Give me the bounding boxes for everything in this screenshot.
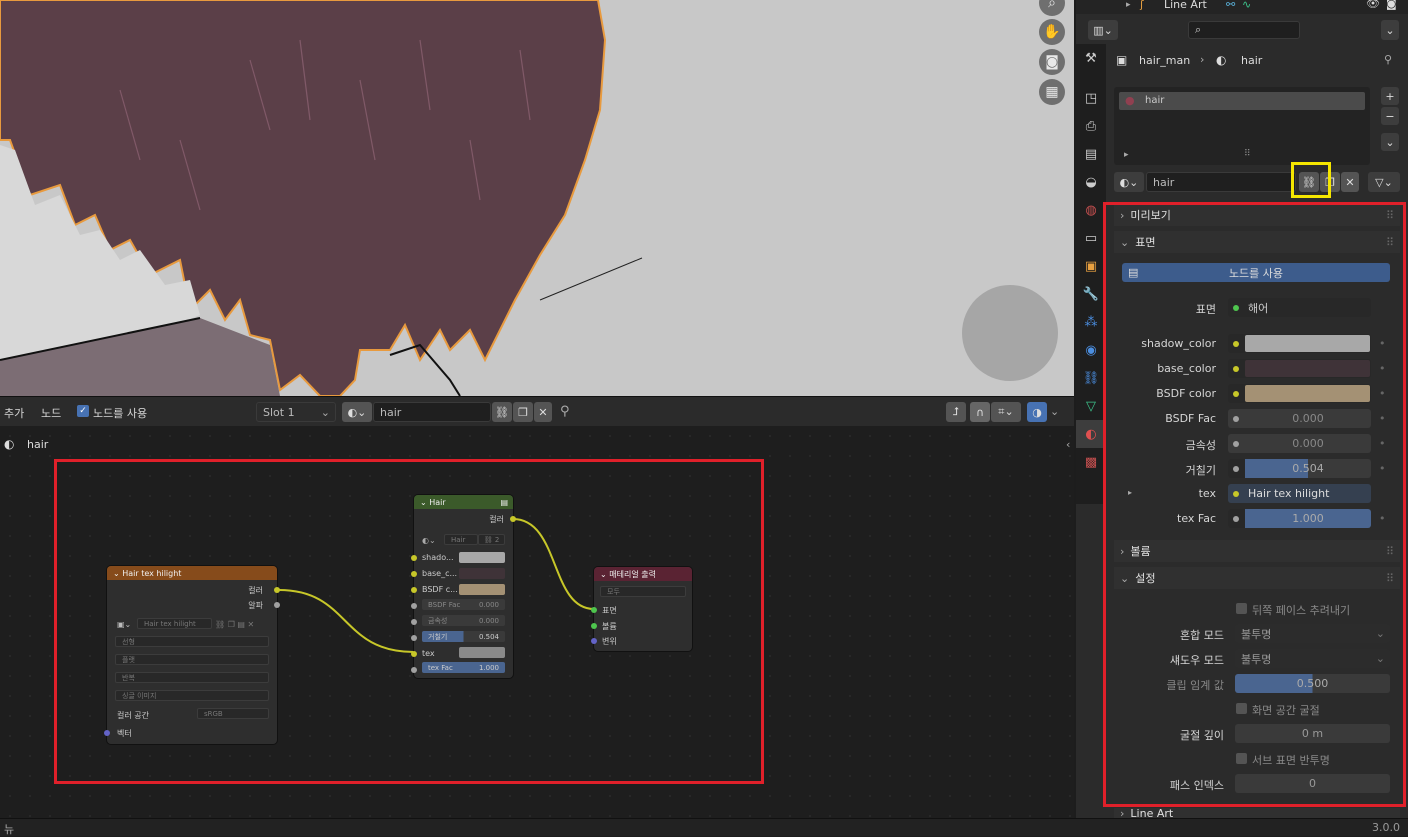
use-nodes-checkbox[interactable]: ✓ xyxy=(77,405,89,417)
lineart-object-icon: ʃ xyxy=(1140,0,1144,11)
navigation-gizmo[interactable] xyxy=(962,285,1058,381)
material-browse-button[interactable]: ◐⌄ xyxy=(342,402,372,422)
menu-node[interactable]: 노드 xyxy=(41,405,61,421)
pin-icon[interactable]: ⚲ xyxy=(560,404,570,419)
slot-specials-chevron-icon[interactable]: ⌄ xyxy=(1381,133,1399,151)
pin-icon[interactable]: ⚲ xyxy=(1384,53,1392,66)
link-icon[interactable]: ⛓ xyxy=(492,402,512,422)
tool-tab-icon[interactable]: ⚒ xyxy=(1076,44,1106,72)
scene-tab-icon[interactable]: ◒ xyxy=(1076,168,1106,196)
3d-viewport[interactable]: ⌕ ✋ ◙ ▦ xyxy=(0,0,1074,396)
unlink-close-icon[interactable]: ✕ xyxy=(1341,172,1359,192)
status-bar: 뉴 3.0.0 xyxy=(0,818,1408,836)
object-icon: ▣ xyxy=(1116,53,1128,67)
modifier-icon: ⚯ xyxy=(1226,0,1236,11)
use-nodes-label: 노드를 사용 xyxy=(93,407,148,420)
material-slot-list[interactable]: ● hair ▸ ⠿ xyxy=(1114,87,1370,165)
chevron-down-icon: ⌄ xyxy=(320,405,330,419)
slot-item-label: hair xyxy=(1145,95,1165,106)
object-data-tab-icon[interactable]: ▽ xyxy=(1076,392,1106,420)
highlight-box-link xyxy=(1291,162,1331,198)
parent-node-tree-icon[interactable]: ⮥ xyxy=(946,402,966,422)
status-left-text: 뉴 xyxy=(4,823,15,836)
output-tab-icon[interactable]: ⎙ xyxy=(1076,112,1106,140)
material-browse-button[interactable]: ◐⌄ xyxy=(1114,172,1144,192)
properties-tab-column: ⚒ ◳ ⎙ ▤ ◒ ◍ ▭ ▣ 🔧 ⁂ ◉ ⛓ ▽ ◐ ▩ xyxy=(1076,44,1106,504)
breadcrumb-object: hair_man xyxy=(1139,54,1191,67)
render-tab-icon[interactable]: ◳ xyxy=(1076,84,1106,112)
physics-tab-icon[interactable]: ◉ xyxy=(1076,336,1106,364)
data-icon: ∿ xyxy=(1242,0,1252,11)
version-label: 3.0.0 xyxy=(1372,821,1400,834)
expand-arrow-icon[interactable]: ▸ xyxy=(1124,150,1129,160)
options-chevron-down-icon[interactable]: ⌄ xyxy=(1381,20,1399,40)
snap-icon[interactable]: ∩ xyxy=(970,402,990,422)
close-icon[interactable]: ✕ xyxy=(534,402,552,422)
slot-dropdown[interactable]: Slot 1 ⌄ xyxy=(256,402,336,422)
material-name: hair xyxy=(380,405,402,419)
panel-lineart-header[interactable]: › Line Art xyxy=(1114,808,1400,818)
snap-mode-dropdown[interactable]: ⌗⌄ xyxy=(991,402,1021,422)
visibility-eye-icon[interactable]: 👁 xyxy=(1366,0,1380,10)
hand-pan-icon[interactable]: ✋ xyxy=(1039,19,1065,45)
slot-value: Slot 1 xyxy=(263,405,295,419)
highlight-box-properties xyxy=(1103,202,1406,807)
texture-tab-icon[interactable]: ▩ xyxy=(1076,448,1106,476)
outliner-strip: ▸ ʃ Line Art ⚯ ∿ 👁 ◙ xyxy=(1076,0,1408,14)
material-name-field[interactable]: hair xyxy=(1146,172,1296,192)
node-editor-canvas[interactable]: ◐ hair ‹ ⌄ Hair tex hilight 컬러 알파 ▣⌄ Hai… xyxy=(0,426,1074,818)
outliner-item-label[interactable]: Line Art xyxy=(1164,0,1207,11)
properties-search-input[interactable]: ⌕ xyxy=(1188,21,1300,39)
link-mode-dropdown[interactable]: ▽⌄ xyxy=(1368,172,1400,192)
search-icon: ⌕ xyxy=(1195,23,1202,36)
collection-tab-icon[interactable]: ▭ xyxy=(1076,224,1106,252)
material-icon: ◐ xyxy=(1216,53,1227,67)
slot-item-selected[interactable]: ● hair xyxy=(1119,92,1365,110)
particles-tab-icon[interactable]: ⁂ xyxy=(1076,308,1106,336)
expand-arrow-icon[interactable]: ▸ xyxy=(1126,0,1131,10)
world-tab-icon[interactable]: ◍ xyxy=(1076,196,1106,224)
view-layer-tab-icon[interactable]: ▤ xyxy=(1076,140,1106,168)
highlight-box-nodes xyxy=(54,459,764,784)
node-editor-header: 추가 노드 ✓ 노드를 사용 Slot 1 ⌄ ◐⌄ hair ⛓ ❐ ✕ ⚲ … xyxy=(0,396,1074,426)
breadcrumb-material: hair xyxy=(1241,54,1263,67)
object-tab-icon[interactable]: ▣ xyxy=(1076,252,1106,280)
grid-view-icon[interactable]: ▦ xyxy=(1039,79,1065,105)
add-slot-button[interactable]: + xyxy=(1381,87,1399,105)
breadcrumb-separator-icon: › xyxy=(1200,53,1205,66)
chevron-down-icon[interactable]: ⌄ xyxy=(1050,405,1059,418)
material-name-field[interactable]: hair xyxy=(373,402,491,422)
camera-render-icon[interactable]: ◙ xyxy=(1386,0,1397,10)
panel-title: Line Art xyxy=(1130,808,1174,818)
material-sphere-icon: ● xyxy=(1125,94,1135,107)
modifier-tab-icon[interactable]: 🔧 xyxy=(1076,280,1106,308)
hair-mesh-render xyxy=(0,0,643,396)
menu-add[interactable]: 추가 xyxy=(4,405,24,421)
resize-handle-icon[interactable]: ⠿ xyxy=(1244,149,1251,159)
material-name: hair xyxy=(1153,175,1175,189)
editor-type-dropdown[interactable]: ▥⌄ xyxy=(1088,20,1118,40)
material-tab-icon[interactable]: ◐ xyxy=(1076,420,1106,448)
chevron-right-icon: › xyxy=(1120,808,1125,818)
remove-slot-button[interactable]: − xyxy=(1381,107,1399,125)
duplicate-icon[interactable]: ❐ xyxy=(513,402,533,422)
overlay-icon[interactable]: ◑ xyxy=(1027,402,1047,422)
constraints-tab-icon[interactable]: ⛓ xyxy=(1076,364,1106,392)
camera-icon[interactable]: ◙ xyxy=(1039,49,1065,75)
